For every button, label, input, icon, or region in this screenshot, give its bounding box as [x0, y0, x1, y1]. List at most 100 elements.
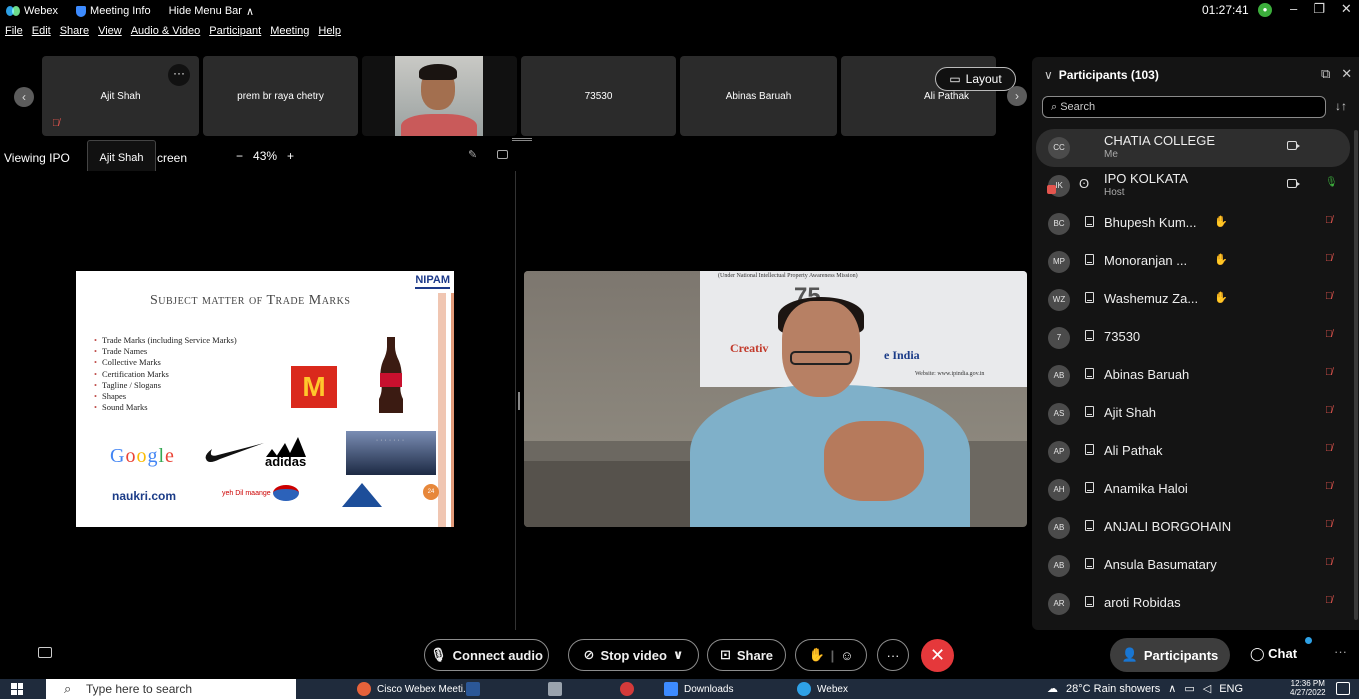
notifications-icon[interactable] [1336, 682, 1350, 695]
close-panel-icon[interactable]: ✕ [1341, 66, 1359, 81]
minimize-button[interactable]: – [1290, 1, 1297, 17]
strip-prev-button[interactable]: ‹ [14, 87, 34, 107]
taskbar-item-app[interactable] [548, 682, 562, 696]
muted-mic-icon[interactable]: 🎙̸ [1325, 557, 1333, 568]
stop-video-button[interactable]: ⊘ Stop video ∨ [568, 639, 699, 671]
clock[interactable]: 12:36 PM 4/27/2022 [1290, 679, 1326, 697]
language-indicator[interactable]: ENG [1219, 683, 1243, 695]
popout-icon[interactable]: ⧉ [1321, 66, 1341, 81]
app-name: Webex [24, 5, 59, 17]
close-window-button[interactable]: ✕ [1341, 1, 1352, 17]
strip-resize-handle[interactable] [512, 138, 532, 141]
more-options-button[interactable]: ··· [877, 639, 909, 671]
meeting-info-button[interactable]: Meeting Info [76, 5, 151, 17]
sort-icon[interactable]: ↓↑ [1335, 99, 1347, 113]
webex-app-menu[interactable]: Webex [6, 5, 58, 17]
windows-start-button[interactable] [11, 683, 23, 695]
restore-button[interactable]: ❐ [1313, 1, 1325, 17]
zoom-in-button[interactable]: + [287, 149, 294, 163]
participant-row[interactable]: BC Bhupesh Kum... ✋ 🎙̸ [1036, 205, 1350, 243]
list-item: Trade Names [94, 346, 237, 357]
participant-row[interactable]: AH Anamika Haloi 🎙̸ [1036, 471, 1350, 509]
muted-mic-icon[interactable]: 🎙̸ [1325, 405, 1333, 416]
muted-mic-icon[interactable]: 🎙̸ [1325, 481, 1333, 492]
taskbar-item-webex-meetings[interactable]: Cisco Webex Meeti... [357, 682, 471, 696]
meeting-clock: 01:27:41 [1202, 3, 1249, 17]
taskbar-search-input[interactable]: Type here to search [46, 679, 296, 699]
zoom-out-button[interactable]: − [236, 149, 243, 163]
comment-icon[interactable] [497, 150, 508, 159]
participant-row[interactable]: CC CHATIA COLLEGE Me [1036, 129, 1350, 167]
video-tile-73530[interactable]: 73530 [521, 56, 676, 136]
muted-mic-icon[interactable]: 🎙̸ [1325, 519, 1333, 530]
layout-button[interactable]: ▭ Layout [935, 67, 1016, 91]
microphone-on-icon[interactable]: 🎙 [1325, 177, 1338, 188]
shared-slide: NIPAM Subject matter of Trade Marks Trad… [76, 271, 454, 527]
participant-row[interactable]: AB Abinas Baruah 🎙̸ [1036, 357, 1350, 395]
leave-meeting-button[interactable]: ✕ [921, 639, 954, 672]
taskbar-item-webex[interactable]: Webex [797, 682, 848, 696]
muted-mic-icon[interactable]: 🎙̸ [1325, 291, 1333, 302]
weather-icon[interactable]: ☁ [1047, 682, 1058, 695]
volume-icon[interactable]: ◁ [1203, 682, 1211, 695]
avatar: WZ [1048, 289, 1070, 311]
menu-meeting[interactable]: Meeting [270, 25, 309, 37]
participant-name: 73530 [1104, 329, 1141, 344]
hide-menu-bar-button[interactable]: Hide Menu Bar ∧ [169, 5, 254, 18]
chevron-up-icon[interactable]: ∧ [1168, 682, 1176, 695]
muted-mic-icon[interactable]: 🎙̸ [1325, 367, 1333, 378]
more-icon[interactable]: ··· [1334, 644, 1347, 659]
taskbar-item-downloads[interactable]: Downloads [664, 682, 733, 696]
participant-name: Bhupesh Kum... [1104, 215, 1197, 230]
tile-more-button[interactable]: ··· [168, 64, 190, 86]
weather-text[interactable]: 28°C Rain showers [1066, 683, 1160, 695]
participants-search-input[interactable]: ⌕ Search [1042, 96, 1326, 118]
participant-row[interactable]: AP Ali Pathak 🎙̸ [1036, 433, 1350, 471]
menu-edit[interactable]: Edit [32, 25, 51, 37]
chat-button[interactable]: ◯ Chat [1250, 646, 1297, 662]
menu-view[interactable]: View [98, 25, 122, 37]
share-button[interactable]: ⊡ Share [707, 639, 786, 671]
connection-status-icon[interactable]: ● [1258, 3, 1272, 17]
video-tile-abinas-baruah[interactable]: Abinas Baruah [680, 56, 837, 136]
participants-button[interactable]: 👤 Participants [1110, 638, 1230, 672]
taskbar-item-app-red[interactable] [620, 682, 634, 696]
muted-mic-icon[interactable]: 🎙̸ [1325, 595, 1333, 606]
menu-participant[interactable]: Participant [209, 25, 261, 37]
connect-audio-button[interactable]: 🎙 Connect audio [424, 639, 549, 671]
menu-share[interactable]: Share [60, 25, 89, 37]
participants-panel-title[interactable]: ∨ Participants (103) [1044, 68, 1159, 82]
participants-scrollbar[interactable] [1354, 130, 1358, 620]
participant-row[interactable]: AB Ansula Basumatary 🎙̸ [1036, 547, 1350, 585]
chevron-down-icon[interactable]: ∨ [673, 647, 684, 663]
muted-mic-icon[interactable]: 🎙̸ [1325, 253, 1333, 264]
muted-mic-icon[interactable]: 🎙̸ [1325, 329, 1333, 340]
strip-next-button[interactable]: › [1007, 86, 1027, 106]
participant-row[interactable]: IK ʘ IPO KOLKATA Host 🎙 [1036, 167, 1350, 205]
device-icon [1085, 406, 1094, 417]
participant-row[interactable]: AS Ajit Shah 🎙̸ [1036, 395, 1350, 433]
emoji-icon[interactable]: ☺ [840, 648, 853, 663]
menu-help[interactable]: Help [318, 25, 341, 37]
video-tile-prem-br-raya-chetry[interactable]: prem br raya chetry [203, 56, 358, 136]
taskbar-item-word[interactable] [466, 682, 480, 696]
participant-row[interactable]: 7 73530 🎙̸ [1036, 319, 1350, 357]
annotate-icon[interactable]: ✎ [468, 148, 477, 161]
menu-file[interactable]: File [5, 25, 23, 37]
participant-row[interactable]: AB ANJALI BORGOHAIN 🎙̸ [1036, 509, 1350, 547]
participant-name: ANJALI BORGOHAIN [1104, 519, 1232, 534]
participant-row[interactable]: AR aroti Robidas 🎙̸ [1036, 585, 1350, 623]
scanner-icon [548, 682, 562, 696]
network-icon[interactable]: ▭ [1184, 682, 1194, 695]
captions-icon[interactable] [38, 647, 52, 658]
avatar: MP [1048, 251, 1070, 273]
muted-mic-icon[interactable]: 🎙̸ [1325, 443, 1333, 454]
split-resize-handle[interactable] [518, 392, 520, 410]
raise-hand-icon[interactable]: ✋ [808, 647, 824, 663]
video-tile-camera[interactable] [362, 56, 517, 136]
participant-row[interactable]: MP Monoranjan ... ✋ 🎙̸ [1036, 243, 1350, 281]
active-speaker-video[interactable]: (Under National Intellectual Property Aw… [524, 271, 1027, 527]
menu-audio-video[interactable]: Audio & Video [131, 25, 201, 37]
participant-row[interactable]: WZ Washemuz Za... ✋ 🎙̸ [1036, 281, 1350, 319]
muted-mic-icon[interactable]: 🎙̸ [1325, 215, 1333, 226]
